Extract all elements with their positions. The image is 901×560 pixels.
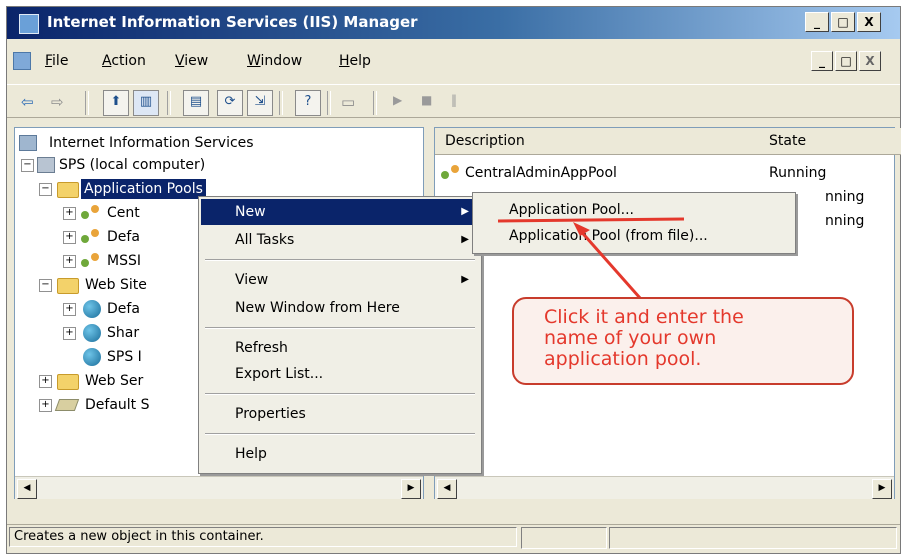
callout-line: application pool. [544, 348, 702, 370]
callout-line: Click it and enter the [544, 306, 744, 328]
annotation-arrow [497, 217, 685, 299]
annotation-callout: Click it and enter the name of your own … [512, 297, 854, 385]
status-pane [609, 527, 897, 549]
status-text: Creates a new object in this container. [9, 527, 517, 547]
callout-line: name of your own [544, 327, 717, 349]
status-pane [521, 527, 607, 549]
status-bar: Creates a new object in this container. [7, 524, 900, 550]
